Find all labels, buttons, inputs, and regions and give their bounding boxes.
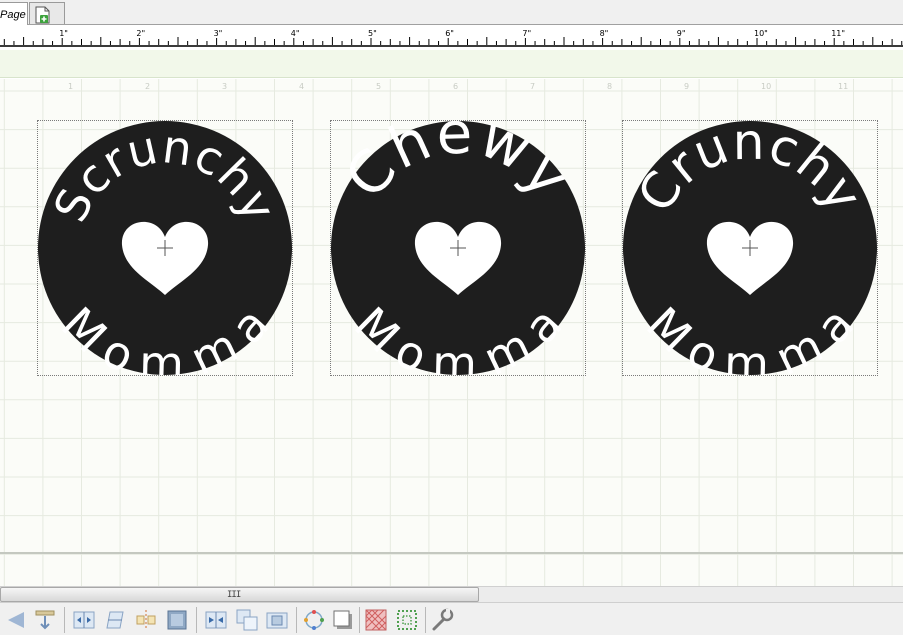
group-icon — [266, 612, 288, 629]
horizontal-ruler: 1" 2" 3" 4" 5" 6" 7" 8" 9" 10" 11" — [0, 26, 903, 47]
flip-vertical-icon — [106, 611, 124, 629]
align-distribute-icon — [205, 611, 227, 629]
ruler-label: 7" — [521, 29, 533, 38]
ruler-label: 5" — [367, 29, 378, 38]
shadow-button[interactable] — [331, 608, 355, 632]
rotate-icon — [304, 610, 324, 630]
ruler-label: 11" — [830, 29, 847, 38]
settings-button[interactable] — [430, 608, 454, 632]
ruler-label: 1" — [58, 29, 69, 38]
tab-page[interactable]: Page — [0, 2, 28, 25]
canvas-column-number: 6 — [453, 82, 459, 91]
design-crunchy-momma[interactable]: Crunchy Momma — [622, 120, 878, 376]
design-canvas[interactable]: Scrunchy Momma Chewy Momma Crunchy Momma… — [0, 79, 903, 586]
info-strip — [0, 50, 903, 78]
rotate-button[interactable] — [302, 608, 326, 632]
paste-icon — [35, 610, 55, 630]
fill-icon — [167, 610, 187, 630]
flip-horizontal-icon — [73, 611, 95, 629]
scrollbar-thumb[interactable]: III — [0, 587, 479, 602]
dotted-frame-button[interactable] — [395, 608, 419, 632]
canvas-column-number: 11 — [838, 82, 849, 91]
flip-vertical-button[interactable] — [103, 608, 127, 632]
paste-button[interactable] — [33, 608, 57, 632]
add-page-icon — [35, 6, 50, 24]
toolbar-separator — [296, 607, 297, 633]
bring-front-button[interactable] — [235, 608, 259, 632]
scrollbar-grip: III — [227, 590, 241, 600]
shadow-icon — [333, 610, 352, 629]
design-scrunchy-momma[interactable]: Scrunchy Momma — [37, 120, 293, 376]
front-icon — [236, 609, 258, 631]
toolbar-separator — [64, 607, 65, 633]
pattern-fill-button[interactable] — [364, 608, 388, 632]
center-align-button[interactable] — [134, 608, 158, 632]
wrench-icon — [432, 608, 454, 631]
add-page-button[interactable] — [29, 2, 65, 24]
toolbar-separator — [425, 607, 426, 633]
canvas-column-number: 3 — [222, 82, 228, 91]
ruler-label: 9" — [675, 29, 687, 38]
ruler-label: 2" — [135, 29, 147, 38]
pattern-fill-icon — [365, 609, 387, 631]
canvas-column-number: 2 — [145, 82, 151, 91]
dotted-frame-icon — [397, 610, 417, 630]
canvas-column-number: 7 — [530, 82, 536, 91]
toolbar-separator — [196, 607, 197, 633]
ruler-label: 4" — [289, 29, 301, 38]
center-align-icon — [136, 610, 156, 630]
canvas-column-number: 5 — [376, 82, 382, 91]
canvas-column-number: 4 — [299, 82, 305, 91]
page-tab-bar: Page — [0, 0, 903, 25]
canvas-column-number: 10 — [761, 82, 772, 91]
bottom-toolbar — [0, 602, 903, 635]
toolbar-separator — [359, 607, 360, 633]
back-button[interactable] — [4, 608, 28, 632]
canvas-column-number: 8 — [607, 82, 613, 91]
design-chewy-momma[interactable]: Chewy Momma — [330, 120, 586, 376]
group-button[interactable] — [265, 608, 289, 632]
back-arrow-icon — [8, 612, 24, 628]
ruler-label: 3" — [212, 29, 224, 38]
ruler-label: 10" — [753, 29, 769, 38]
flip-horizontal-button[interactable] — [72, 608, 96, 632]
align-distribute-button[interactable] — [204, 608, 228, 632]
ruler-label: 8" — [598, 29, 610, 38]
canvas-column-number: 9 — [684, 82, 690, 91]
ruler-label: 6" — [444, 29, 455, 38]
horizontal-scrollbar[interactable]: III — [0, 586, 903, 602]
canvas-column-number: 1 — [68, 82, 74, 91]
fill-button[interactable] — [165, 608, 189, 632]
